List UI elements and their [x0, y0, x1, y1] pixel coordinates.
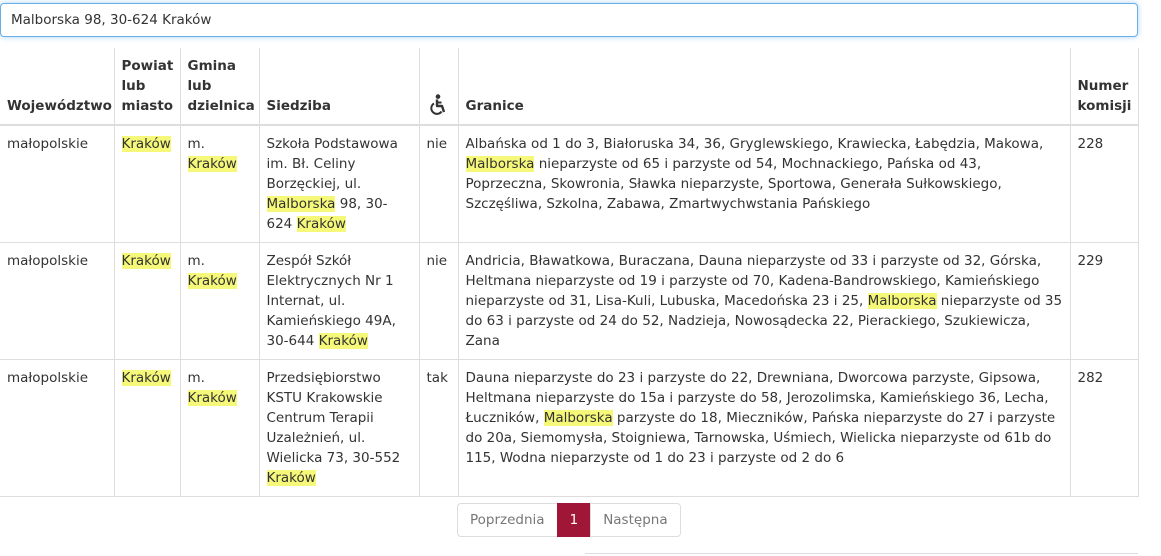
results-table: Województwo Powiat lub miasto Gmina lub dzie… [0, 48, 1139, 497]
cell-granice: Dauna nieparzyste do 23 i parzyste do 22… [457, 359, 1071, 497]
cell-wojewodztwo: małopolskie [0, 242, 115, 360]
cell-siedziba: Szkoła Podstawowa im. Bł. Celiny Borzęck… [258, 124, 420, 243]
cell-dostepnosc: tak [418, 359, 459, 497]
cell-powiat: Kraków [113, 242, 181, 360]
current-page-button[interactable]: 1 [556, 503, 592, 537]
cell-numer: 282 [1069, 359, 1139, 497]
header-wojewodztwo: Województwo [0, 48, 115, 126]
next-page-button[interactable]: Następna [590, 503, 681, 537]
table-row: małopolskie Kraków m. Kraków Szkoła Podst… [0, 124, 1139, 243]
cell-numer: 228 [1069, 124, 1139, 243]
header-numer: Numer komisji [1069, 48, 1139, 126]
header-siedziba: Siedziba [258, 48, 420, 126]
cell-dostepnosc: nie [418, 242, 459, 360]
cell-wojewodztwo: małopolskie [0, 359, 115, 497]
table-row: małopolskie Kraków m. Kraków Przedsiębior… [0, 359, 1139, 497]
cell-wojewodztwo: małopolskie [0, 124, 115, 243]
prev-page-button[interactable]: Poprzednia [457, 503, 558, 537]
cell-gmina: m. Kraków [179, 359, 260, 497]
header-accessibility [418, 48, 459, 126]
cell-powiat: Kraków [113, 359, 181, 497]
wheelchair-icon [429, 94, 445, 115]
pagination: Poprzednia 1 Następna [457, 503, 681, 537]
search-input[interactable] [0, 3, 1138, 37]
cell-dostepnosc: nie [418, 124, 459, 243]
header-granice: Granice [457, 48, 1071, 126]
table-row: małopolskie Kraków m. Kraków Zespół Szkół… [0, 242, 1139, 360]
cell-gmina: m. Kraków [179, 124, 260, 243]
cell-siedziba: Przedsiębiorstwo KSTU Krakowskie Centrum… [258, 359, 420, 497]
cell-granice: Andricia, Bławatkowa, Buraczana, Dauna n… [457, 242, 1071, 360]
header-gmina: Gmina lub dzielnica [179, 48, 260, 126]
cell-granice: Albańska od 1 do 3, Białoruska 34, 36, G… [457, 124, 1071, 243]
cell-powiat: Kraków [113, 124, 181, 243]
cell-numer: 229 [1069, 242, 1139, 360]
cell-siedziba: Zespół Szkół Elektrycznych Nr 1 Internat… [258, 242, 420, 360]
header-powiat: Powiat lub miasto [113, 48, 181, 126]
table-header-row: Województwo Powiat lub miasto Gmina lub dzie… [0, 48, 1139, 126]
cell-gmina: m. Kraków [179, 242, 260, 360]
divider [585, 553, 1138, 554]
